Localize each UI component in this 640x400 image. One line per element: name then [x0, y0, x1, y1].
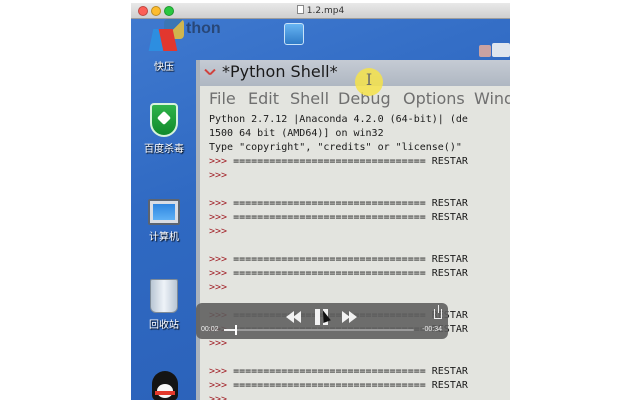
text-cursor-icon: I [365, 70, 373, 89]
shell-prompt: >>> [209, 198, 234, 209]
menu-edit[interactable]: Edit [248, 89, 279, 108]
shell-prompt: >>> [209, 226, 234, 237]
video-file-icon [296, 5, 304, 14]
shield-icon [150, 103, 178, 137]
shell-line-text: ================================ RESTAR [233, 380, 468, 391]
qq-penguin-icon [152, 371, 178, 400]
shell-line-text: ================================ RESTAR [233, 156, 468, 167]
desktop-icon-label: 快压 [154, 62, 174, 73]
shell-line-text: ================================ RESTAR [233, 254, 468, 265]
shell-line: >>> [209, 225, 510, 239]
shell-line: >>> [209, 337, 510, 351]
desktop-icon-qq[interactable] [145, 371, 185, 400]
recycle-bin-icon [150, 279, 178, 313]
desktop-icon-kuaiya[interactable]: 快压 [134, 25, 194, 73]
shell-prompt: >>> [209, 380, 234, 391]
share-icon[interactable] [434, 305, 442, 319]
shell-line: >>> ================================ RES… [209, 155, 510, 169]
shell-line: >>> ================================ RES… [209, 197, 510, 211]
shell-prompt: >>> [209, 282, 234, 293]
shell-line: >>> [209, 393, 510, 400]
desktop-icon-label: 回收站 [149, 320, 179, 331]
shell-line: 1500 64 bit (AMD64)] on win32 [209, 127, 510, 141]
shell-line: Python 2.7.12 |Anaconda 4.2.0 (64-bit)| … [209, 113, 510, 127]
scrubber-progress [224, 329, 236, 331]
shell-prompt: >>> [209, 366, 234, 377]
remaining-time: -00:34 [422, 326, 442, 333]
shell-menubar: File Edit Shell Debug Options Windows [200, 88, 510, 112]
desktop-icon-baidu-antivirus[interactable]: 百度杀毒 [134, 103, 194, 155]
shell-line-text: ================================ RESTAR [233, 366, 468, 377]
shell-line-text: Type "copyright", "credits" or "license(… [209, 142, 462, 153]
desktop-icon-label: 百度杀毒 [144, 144, 184, 155]
idle-feather-icon [204, 66, 218, 78]
shell-prompt: >>> [209, 394, 234, 400]
video-player-window: 1.2.mp4 thon 快压 百度杀毒 计算机 回收站 *Python She… [131, 3, 510, 400]
shell-output[interactable]: Python 2.7.12 |Anaconda 4.2.0 (64-bit)| … [209, 113, 510, 400]
shell-line: >>> ================================ RES… [209, 365, 510, 379]
desktop-icon-recycle-bin[interactable]: 回收站 [134, 279, 194, 331]
menu-windows[interactable]: Windows [474, 89, 510, 108]
shell-line: >>> ================================ RES… [209, 379, 510, 393]
python-shell-window: *Python Shell* File Edit Shell Debug Opt… [196, 60, 510, 400]
scrubber-track[interactable] [224, 325, 414, 335]
scrubber-knob[interactable] [235, 325, 238, 335]
window-button-icon [479, 45, 491, 57]
shell-line-text: ================================ RESTAR [233, 198, 468, 209]
shell-prompt: >>> [209, 268, 234, 279]
shell-line: >>> ================================ RES… [209, 211, 510, 225]
shell-prompt: >>> [209, 254, 234, 265]
menu-shell[interactable]: Shell [290, 89, 329, 108]
shell-line: >>> [209, 281, 510, 295]
rewind-button[interactable] [286, 311, 302, 323]
shell-line: >>> [209, 169, 510, 183]
shell-line: >>> ================================ RES… [209, 253, 510, 267]
menu-options[interactable]: Options [403, 89, 465, 108]
player-title: 1.2.mp4 [131, 5, 510, 16]
fast-forward-button[interactable] [342, 311, 358, 323]
menu-file[interactable]: File [209, 89, 236, 108]
shell-prompt: >>> [209, 170, 234, 181]
player-titlebar: 1.2.mp4 [131, 3, 510, 19]
computer-icon [148, 199, 180, 225]
player-title-text: 1.2.mp4 [306, 6, 345, 16]
kuaiya-icon [148, 25, 179, 55]
shell-line: >>> ================================ RES… [209, 267, 510, 281]
shell-line: Type "copyright", "credits" or "license(… [209, 141, 510, 155]
shell-line-text: ================================ RESTAR [233, 268, 468, 279]
shell-line-text: ================================ RESTAR [233, 212, 468, 223]
desktop-icon-computer[interactable]: 计算机 [134, 199, 194, 243]
desktop-icon-label: 计算机 [149, 232, 179, 243]
app-icon[interactable] [284, 23, 304, 45]
shell-line-text: 1500 64 bit (AMD64)] on win32 [209, 128, 384, 139]
window-button-icon [492, 43, 510, 57]
shell-title: *Python Shell* [222, 62, 338, 81]
shell-prompt: >>> [209, 212, 234, 223]
shell-prompt: >>> [209, 156, 234, 167]
shell-prompt: >>> [209, 338, 234, 349]
windows-desktop: thon 快压 百度杀毒 计算机 回收站 *Python Shell* File… [131, 19, 510, 400]
shell-line-text: Python 2.7.12 |Anaconda 4.2.0 (64-bit)| … [209, 114, 468, 125]
elapsed-time: 00:02 [201, 326, 219, 333]
